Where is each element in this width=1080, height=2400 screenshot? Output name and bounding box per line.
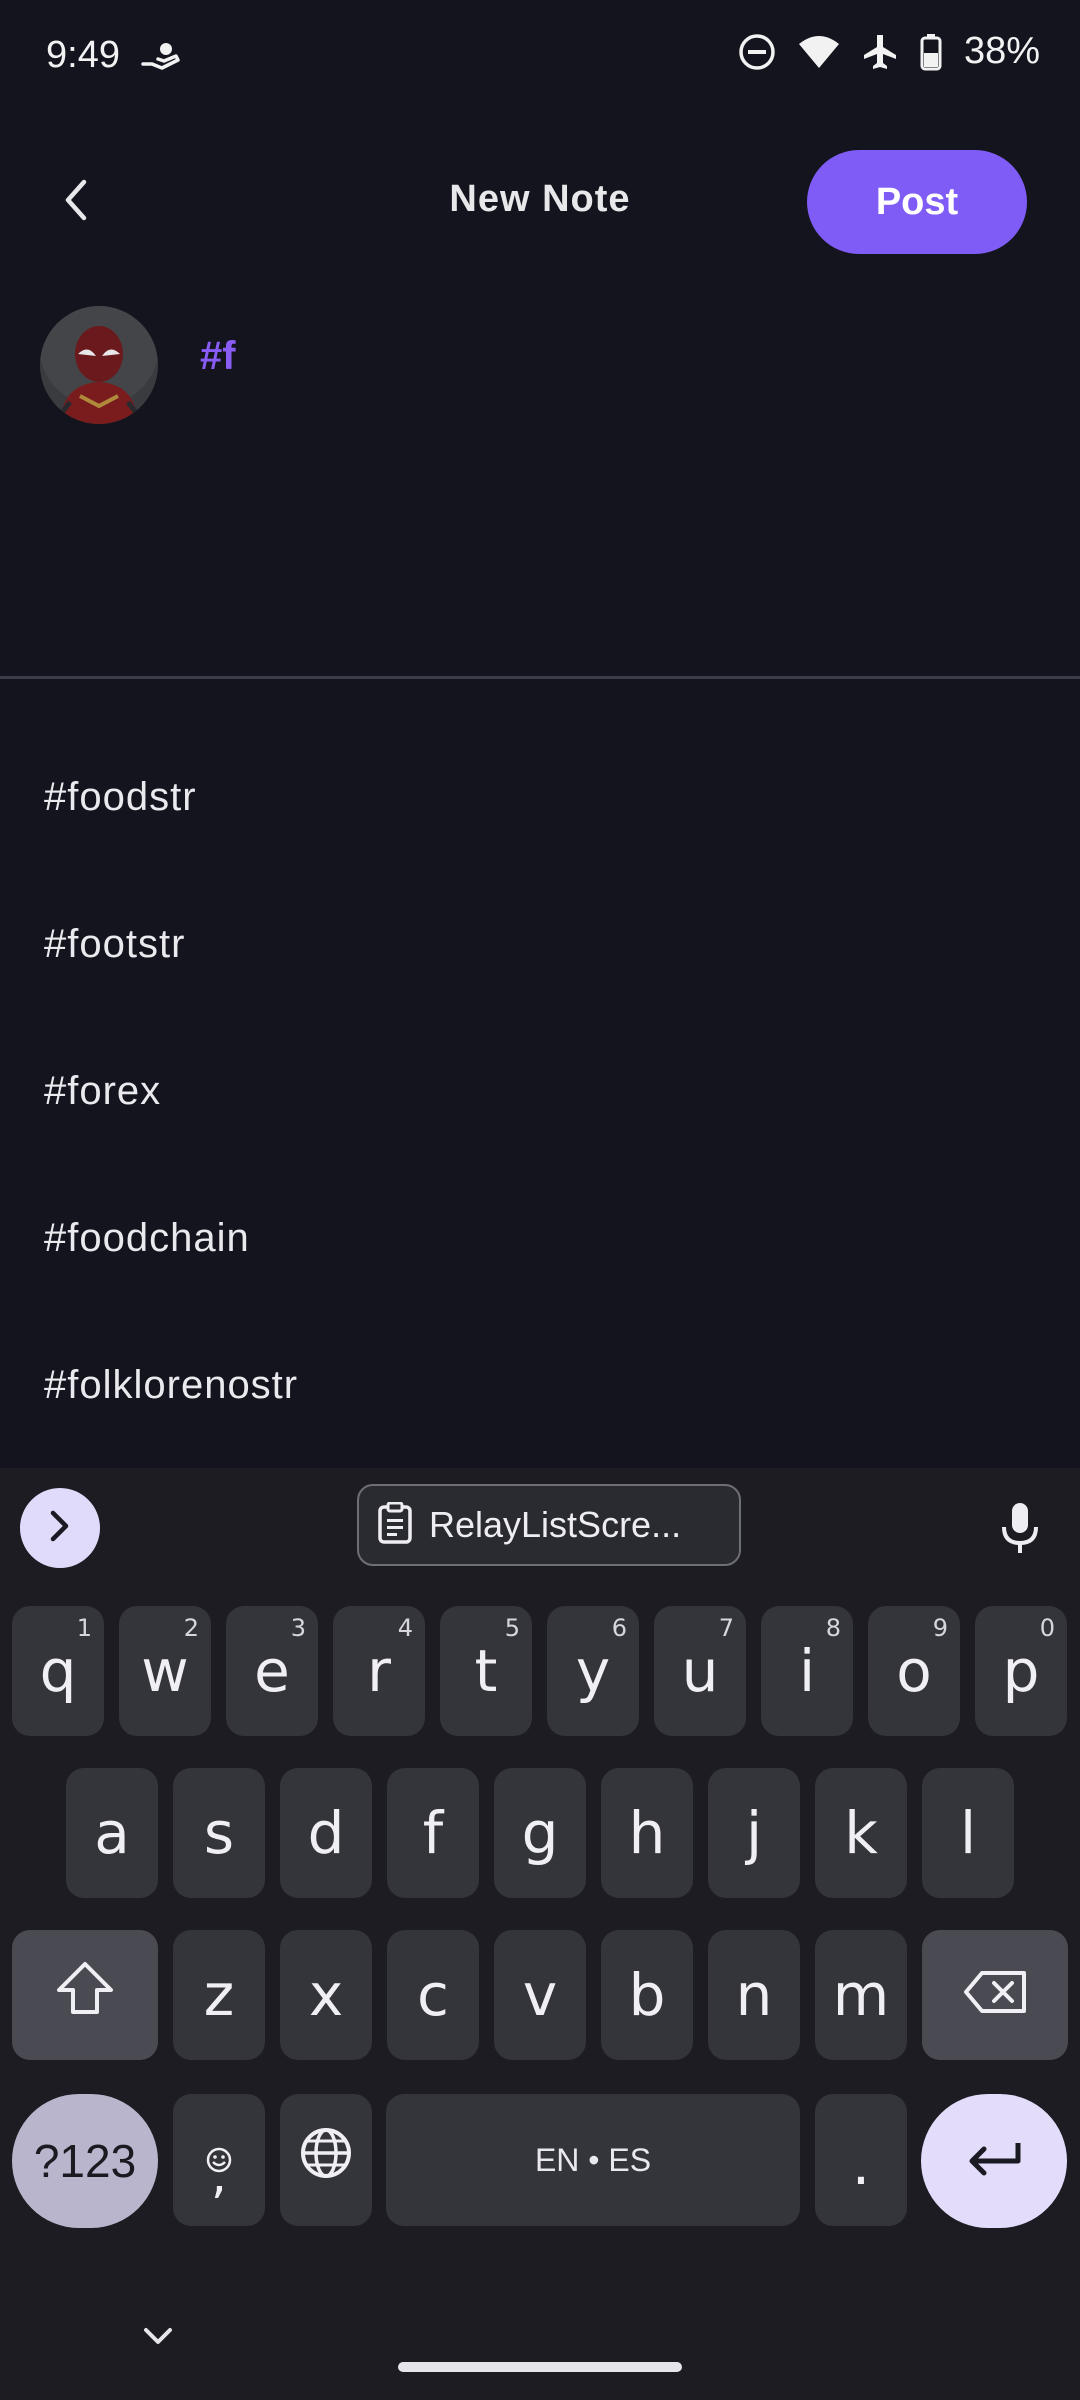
shift-key[interactable] xyxy=(12,1930,158,2060)
key-h[interactable]: h xyxy=(601,1768,693,1898)
airplane-icon xyxy=(862,33,898,71)
key-k[interactable]: k xyxy=(815,1768,907,1898)
backspace-icon xyxy=(962,1961,1028,2029)
key-x[interactable]: x xyxy=(280,1930,372,2060)
home-gesture-bar[interactable] xyxy=(398,2362,682,2372)
key-e[interactable]: e3 xyxy=(226,1606,318,1736)
globe-icon xyxy=(299,2126,353,2194)
backspace-key[interactable] xyxy=(922,1930,1068,2060)
clipboard-text: RelayListScre... xyxy=(429,1504,682,1545)
chevron-down-icon xyxy=(138,2328,178,2358)
key-a[interactable]: a xyxy=(66,1768,158,1898)
status-bar: 9:49 38% xyxy=(0,0,1080,120)
key-o[interactable]: o9 xyxy=(868,1606,960,1736)
key-c[interactable]: c xyxy=(387,1930,479,2060)
wifi-icon xyxy=(798,34,840,70)
key-w[interactable]: w2 xyxy=(119,1606,211,1736)
key-q[interactable]: q1 xyxy=(12,1606,104,1736)
hand-hold-icon xyxy=(140,40,182,79)
status-time: 9:49 xyxy=(46,34,120,76)
key-s[interactable]: s xyxy=(173,1768,265,1898)
keyboard-expand-button[interactable] xyxy=(20,1488,100,1568)
key-l[interactable]: l xyxy=(922,1768,1014,1898)
period-key[interactable]: . xyxy=(815,2094,907,2226)
voice-input-button[interactable] xyxy=(980,1494,1060,1566)
key-v[interactable]: v xyxy=(494,1930,586,2060)
key-m[interactable]: m xyxy=(815,1930,907,2060)
key-u[interactable]: u7 xyxy=(654,1606,746,1736)
battery-percent: 38% xyxy=(963,30,1040,72)
hashtag-suggestion[interactable]: #forex xyxy=(44,1069,161,1114)
hashtag-suggestion[interactable]: #foodchain xyxy=(44,1216,250,1261)
enter-key[interactable] xyxy=(921,2094,1067,2228)
symbols-key[interactable]: ?123 xyxy=(12,2094,158,2228)
enter-icon xyxy=(964,2139,1024,2184)
key-d[interactable]: d xyxy=(280,1768,372,1898)
key-p[interactable]: p0 xyxy=(975,1606,1067,1736)
hide-keyboard-button[interactable] xyxy=(138,2318,178,2354)
divider xyxy=(0,676,1080,679)
chevron-right-icon xyxy=(48,1509,72,1548)
shift-icon xyxy=(55,1960,115,2030)
avatar[interactable] xyxy=(40,306,158,424)
key-n[interactable]: n xyxy=(708,1930,800,2060)
status-icons: 38% xyxy=(738,30,1040,73)
hashtag-suggestion[interactable]: #footstr xyxy=(44,922,185,967)
post-button[interactable]: Post xyxy=(807,150,1027,254)
key-z[interactable]: z xyxy=(173,1930,265,2060)
key-r[interactable]: r4 xyxy=(333,1606,425,1736)
hashtag-suggestion[interactable]: #folklorenostr xyxy=(44,1363,298,1408)
key-i[interactable]: i8 xyxy=(761,1606,853,1736)
key-j[interactable]: j xyxy=(708,1768,800,1898)
microphone-icon xyxy=(1000,1501,1040,1560)
clipboard-icon xyxy=(377,1501,413,1549)
clipboard-suggestion-chip[interactable]: RelayListScre... xyxy=(357,1484,741,1566)
comma-key[interactable]: , xyxy=(173,2094,265,2226)
key-y[interactable]: y6 xyxy=(547,1606,639,1736)
language-key[interactable] xyxy=(280,2094,372,2226)
battery-icon xyxy=(920,33,942,71)
space-key[interactable]: EN • ES xyxy=(386,2094,800,2226)
key-t[interactable]: t5 xyxy=(440,1606,532,1736)
note-text-input[interactable]: #f xyxy=(200,334,236,379)
comma-label: , xyxy=(211,2146,227,2204)
key-f[interactable]: f xyxy=(387,1768,479,1898)
key-b[interactable]: b xyxy=(601,1930,693,2060)
key-g[interactable]: g xyxy=(494,1768,586,1898)
hashtag-suggestion[interactable]: #foodstr xyxy=(44,775,197,820)
do-not-disturb-icon xyxy=(738,33,776,71)
